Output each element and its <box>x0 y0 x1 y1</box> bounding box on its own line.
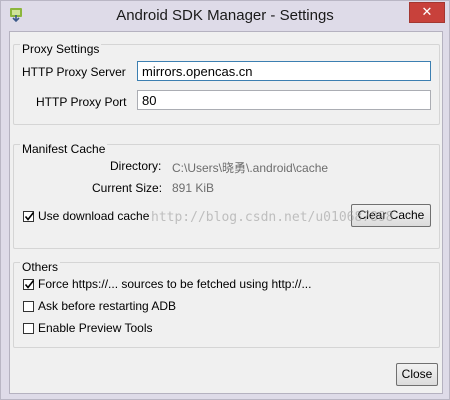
proxy-settings-group: Proxy Settings HTTP Proxy Server HTTP Pr… <box>13 42 440 125</box>
use-download-cache-checkbox[interactable]: Use download cache <box>23 208 149 224</box>
force-http-checkbox[interactable]: Force https://... sources to be fetched … <box>23 276 311 292</box>
http-proxy-port-label: HTTP Proxy Port <box>36 95 127 109</box>
http-proxy-server-input[interactable] <box>137 61 431 81</box>
others-heading: Others <box>20 260 61 274</box>
ask-before-restarting-adb-label: Ask before restarting ADB <box>38 299 177 313</box>
directory-label: Directory: <box>110 159 162 173</box>
use-download-cache-label: Use download cache <box>38 209 150 223</box>
others-group: Others Force https://... sources to be f… <box>13 260 440 348</box>
current-size-label: Current Size: <box>92 181 163 195</box>
force-http-label: Force https://... sources to be fetched … <box>38 277 312 291</box>
http-proxy-port-input[interactable] <box>137 90 431 110</box>
dialog-content: Proxy Settings HTTP Proxy Server HTTP Pr… <box>9 31 443 394</box>
ask-before-restarting-adb-checkbox[interactable]: Ask before restarting ADB <box>23 298 176 314</box>
http-proxy-server-label: HTTP Proxy Server <box>22 65 126 79</box>
close-button[interactable]: Close <box>396 363 438 386</box>
directory-value: C:\Users\晓勇\.android\cache <box>172 161 329 175</box>
checkmark-icon <box>24 279 35 289</box>
enable-preview-tools-checkbox[interactable]: Enable Preview Tools <box>23 320 153 336</box>
manifest-cache-group: Manifest Cache Directory: C:\Users\晓勇\.a… <box>13 142 440 249</box>
proxy-settings-heading: Proxy Settings <box>20 42 102 56</box>
window-title: Android SDK Manager - Settings <box>116 7 334 24</box>
title-bar: Android SDK Manager - Settings ✕ <box>1 1 449 31</box>
current-size-value: 891 KiB <box>172 181 215 195</box>
clear-cache-button[interactable]: Clear Cache <box>351 204 431 227</box>
manifest-cache-heading: Manifest Cache <box>20 142 108 156</box>
checkbox-box[interactable] <box>23 210 35 222</box>
close-icon[interactable]: ✕ <box>409 2 445 23</box>
checkmark-icon <box>24 211 35 221</box>
settings-window: Android SDK Manager - Settings ✕ Proxy S… <box>0 0 450 400</box>
checkbox-box[interactable] <box>23 300 34 312</box>
checkbox-box[interactable] <box>23 278 35 290</box>
checkbox-box[interactable] <box>23 322 34 334</box>
enable-preview-tools-label: Enable Preview Tools <box>38 321 153 335</box>
